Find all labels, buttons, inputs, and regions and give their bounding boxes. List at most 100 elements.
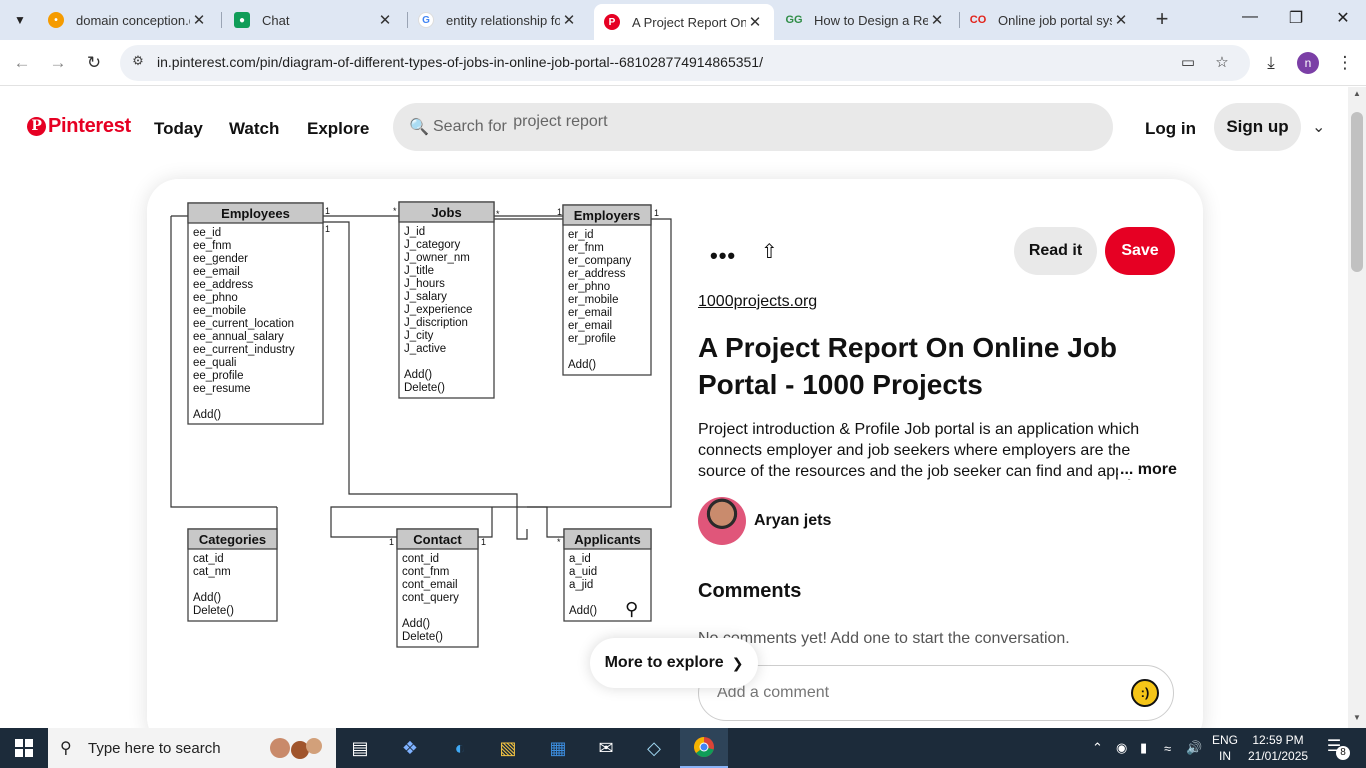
close-tab-icon[interactable]: ✕ [746, 13, 764, 31]
close-tab-icon[interactable]: ✕ [190, 11, 208, 29]
browser-menu-icon[interactable]: ⋮ [1333, 51, 1357, 75]
browser-tab-5[interactable]: GG How to Design a Rela ✕ [776, 4, 956, 36]
more-link[interactable]: ... more [1118, 461, 1177, 479]
multiplicity-label: 1 [557, 207, 562, 217]
pinterest-logo[interactable]: P Pinterest [27, 115, 131, 138]
close-tab-icon[interactable]: ✕ [1112, 11, 1130, 29]
emoji-icon[interactable]: :) [1131, 679, 1159, 707]
entity-attribute: J_owner_nm [404, 252, 470, 264]
entity-attribute: ee_profile [193, 370, 244, 382]
pin-title: A Project Report On Online Job Portal - … [698, 332, 1118, 400]
multiplicity-label: 1 [389, 537, 394, 547]
omnibox[interactable]: ⚙ in.pinterest.com/pin/diagram-of-differ… [120, 45, 1250, 81]
battery-icon[interactable]: ▮ [1140, 728, 1147, 768]
url-text[interactable]: in.pinterest.com/pin/diagram-of-differen… [157, 54, 763, 70]
entity-attribute: ee_mobile [193, 305, 246, 317]
windows-start-icon[interactable] [0, 728, 48, 768]
visual-search-lens-icon[interactable]: ⚲ [625, 599, 649, 623]
nav-today[interactable]: Today [154, 119, 203, 139]
download-icon[interactable]: ⤓ [1259, 51, 1283, 75]
notification-center-icon[interactable]: ☰ 8 [1322, 736, 1350, 760]
browser-tab-active[interactable]: P A Project Report On O ✕ [594, 4, 774, 40]
browser-tab-6[interactable]: CO Online job portal syst ✕ [960, 4, 1140, 36]
profile-avatar[interactable]: n [1297, 52, 1319, 74]
taskbar-search-placeholder: Type here to search [88, 740, 221, 757]
entity-attribute: ee_current_industry [193, 344, 295, 356]
chrome-icon[interactable] [680, 728, 728, 768]
task-view-icon[interactable]: ▤ [336, 728, 384, 768]
save-button[interactable]: Save [1105, 227, 1175, 275]
google-icon: G [418, 12, 434, 28]
search-input[interactable]: 🔍 Search for project report [393, 103, 1113, 151]
scroll-down-icon[interactable]: ▼ [1352, 713, 1362, 722]
entity-attribute: er_phno [568, 281, 610, 293]
search-placeholder: Search for project report [433, 113, 608, 135]
nav-watch[interactable]: Watch [229, 119, 279, 139]
window-close-icon[interactable]: ✕ [1331, 8, 1355, 32]
scroll-thumb[interactable] [1351, 112, 1363, 272]
entity-method: Add() [404, 369, 432, 381]
site-info-icon[interactable]: ⚙ [128, 53, 148, 73]
mail-icon[interactable]: ✉ [582, 728, 630, 768]
source-domain-link[interactable]: 1000projects.org [698, 293, 817, 311]
entity-name: Employers [574, 208, 640, 223]
entity-attribute: er_address [568, 268, 626, 280]
taskbar-search-box[interactable]: ⚲ Type here to search [48, 728, 336, 768]
copilot-icon[interactable]: ❖ [386, 728, 434, 768]
entity-method: Add() [193, 592, 221, 604]
address-bar-row: ← → ↻ ⚙ in.pinterest.com/pin/diagram-of-… [0, 40, 1366, 86]
file-explorer-icon[interactable]: ▧ [484, 728, 532, 768]
share-icon[interactable]: ⇧ [761, 239, 778, 264]
store-icon[interactable]: ▦ [534, 728, 582, 768]
entity-attribute: ee_email [193, 266, 240, 278]
search-icon: 🔍 [409, 119, 429, 136]
nav-explore[interactable]: Explore [307, 119, 369, 139]
more-to-explore-label: More to explore [604, 654, 724, 671]
entity-attribute: cat_nm [193, 566, 231, 578]
author-avatar[interactable] [698, 497, 746, 545]
more-options-icon[interactable]: ••• [710, 243, 736, 269]
close-tab-icon[interactable]: ✕ [560, 11, 578, 29]
entity-attribute: ee_fnm [193, 240, 231, 252]
close-tab-icon[interactable]: ✕ [928, 11, 946, 29]
reload-icon[interactable]: ↻ [82, 51, 106, 75]
show-hidden-icons-icon[interactable]: ⌃ [1092, 728, 1103, 768]
entity-attribute: J_city [404, 330, 434, 342]
minimize-icon[interactable]: — [1238, 8, 1262, 32]
chevron-down-icon[interactable]: ⌄ [1312, 117, 1325, 137]
entity-name: Employees [221, 206, 290, 221]
input-language[interactable]: ENG IN [1208, 732, 1242, 764]
install-app-icon[interactable]: ▭ [1178, 53, 1198, 73]
read-it-button[interactable]: Read it [1014, 227, 1097, 275]
page-scrollbar[interactable]: ▲ ▼ [1348, 87, 1366, 728]
lang-region: IN [1219, 749, 1231, 763]
entity-attribute: cat_id [193, 553, 224, 565]
meet-now-icon[interactable]: ◉ [1116, 728, 1127, 768]
entity-attribute: er_company [568, 255, 632, 267]
multiplicity-label: 1 [325, 224, 330, 234]
app-icon[interactable]: ◇ [630, 728, 678, 768]
close-tab-icon[interactable]: ✕ [376, 11, 394, 29]
new-tab-plus-icon[interactable]: + [1150, 8, 1174, 32]
comments-heading: Comments [698, 580, 802, 602]
more-to-explore-button[interactable]: More to explore ❯ [590, 638, 758, 688]
edge-icon[interactable]: ◐ [436, 728, 484, 768]
multiplicity-label: * [557, 537, 561, 547]
browser-tab-3[interactable]: G entity relationship for ✕ [408, 4, 588, 36]
author-name[interactable]: Aryan jets [754, 512, 831, 530]
entity-attribute: er_email [568, 320, 612, 332]
back-arrow-icon[interactable]: ← [10, 51, 34, 75]
wifi-icon[interactable]: ≈ [1164, 728, 1171, 768]
log-in-link[interactable]: Log in [1145, 119, 1196, 139]
bookmark-star-icon[interactable]: ☆ [1212, 53, 1232, 73]
scroll-up-icon[interactable]: ▲ [1352, 89, 1362, 98]
comment-input[interactable]: Add a comment :) [698, 665, 1174, 721]
volume-icon[interactable]: 🔊 [1186, 728, 1202, 768]
tab-search-chevron-icon[interactable]: ▼ [6, 6, 34, 34]
browser-tab-2[interactable]: ● Chat ✕ [224, 4, 404, 36]
restore-icon[interactable]: ❐ [1284, 8, 1308, 32]
sign-up-button[interactable]: Sign up [1214, 103, 1301, 151]
browser-tab-1[interactable]: • domain conception.d ✕ [38, 4, 218, 36]
forward-arrow-icon[interactable]: → [46, 51, 70, 75]
taskbar-clock[interactable]: 12:59 PM 21/01/2025 [1248, 732, 1308, 764]
